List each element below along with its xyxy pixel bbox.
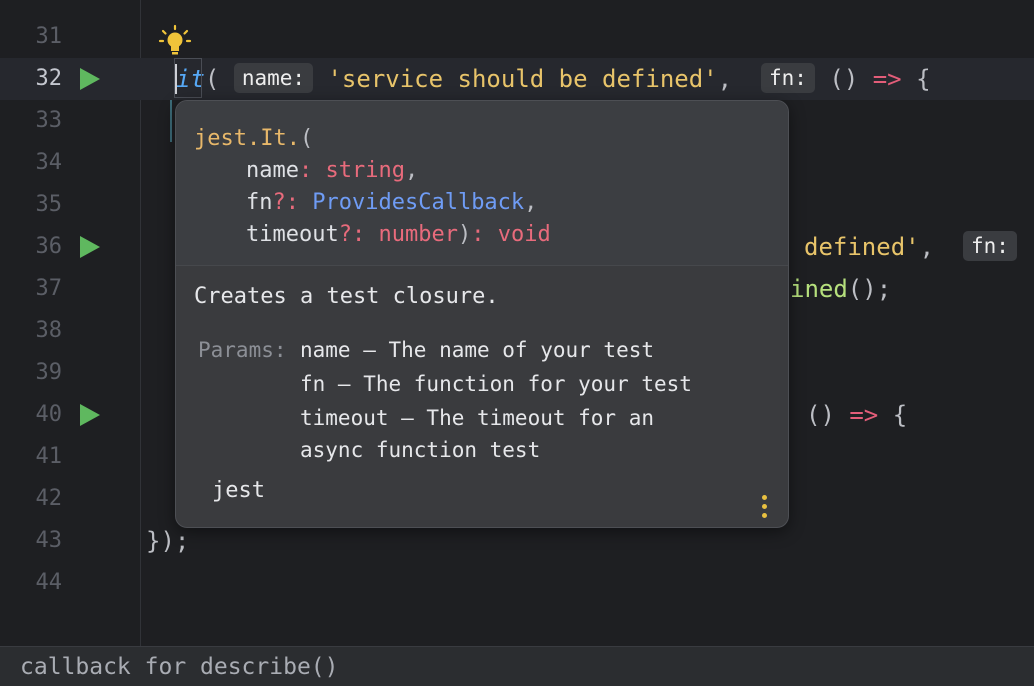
- param-name: name: [246, 158, 299, 183]
- signature-section: jest.It.( name: string, fn?: ProvidesCal…: [176, 101, 788, 266]
- code-line[interactable]: it( name: 'service should be defined', f…: [176, 58, 931, 100]
- indent-guide: [170, 100, 172, 142]
- params-label: Params:: [198, 338, 287, 362]
- line-number: 42: [35, 486, 63, 511]
- signature-param-line: name: string,: [246, 158, 419, 183]
- line-number: 37: [35, 276, 63, 301]
- param-name: timeout: [246, 222, 339, 247]
- line-number: 35: [35, 192, 63, 217]
- function-name: jest.It.: [194, 126, 300, 151]
- code-line[interactable]: defined', fn: (): [804, 226, 1034, 268]
- code-token: ,: [919, 233, 935, 261]
- matching-brace-box: [174, 58, 202, 98]
- line-number: 32: [35, 66, 63, 91]
- signature-token: (: [299, 126, 314, 151]
- code-token: {: [916, 65, 931, 93]
- code-token: (): [829, 65, 859, 93]
- editor-line-31: 31: [0, 16, 1034, 58]
- line-number: 36: [35, 234, 63, 259]
- code-editor[interactable]: 31 32 it( name: 'service should be defin…: [0, 0, 1034, 646]
- line-number: 40: [35, 402, 63, 427]
- status-text: callback for describe(): [20, 654, 339, 680]
- param-type[interactable]: ProvidesCallback: [312, 190, 524, 215]
- param-hint-fn: fn:: [962, 231, 1017, 261]
- signature-param-line: fn?: ProvidesCallback,: [246, 190, 538, 215]
- more-options-icon[interactable]: [762, 495, 768, 521]
- editor-line-32: 32 it( name: 'service should be defined'…: [0, 58, 1034, 100]
- quick-documentation-popup[interactable]: jest.It.( name: string, fn?: ProvidesCal…: [175, 100, 789, 528]
- line-number: 43: [35, 528, 63, 553]
- lightbulb-icon[interactable]: [158, 24, 192, 58]
- line-number: 41: [35, 444, 63, 469]
- param-hint-fn: fn:: [760, 63, 815, 93]
- method-name: ined: [790, 275, 848, 303]
- run-test-icon[interactable]: [80, 68, 100, 90]
- doc-description: Creates a test closure.: [194, 284, 499, 309]
- editor-line-44: 44: [0, 562, 1034, 604]
- string-literal: 'service should be defined': [327, 65, 718, 93]
- arrow-token: =>: [872, 65, 902, 93]
- string-literal: defined': [804, 233, 920, 261]
- run-test-icon[interactable]: [80, 236, 100, 258]
- code-token: {: [892, 401, 908, 429]
- param-doc: fn – The function for your test: [300, 372, 692, 396]
- line-number: 31: [35, 24, 63, 49]
- arrow-token: =>: [849, 401, 879, 429]
- line-number: 34: [35, 150, 63, 175]
- line-number: 38: [35, 318, 63, 343]
- code-token: ,: [717, 65, 733, 93]
- param-name: fn: [246, 190, 273, 215]
- text-caret: [175, 64, 177, 94]
- line-number: 39: [35, 360, 63, 385]
- code-token: (: [204, 65, 220, 93]
- param-type: number: [378, 222, 458, 247]
- signature-line: jest.It.(: [194, 123, 313, 155]
- param-doc: timeout – The timeout for an: [300, 406, 655, 430]
- param-hint-name: name:: [233, 63, 314, 93]
- line-number: 44: [35, 570, 63, 595]
- status-bar: callback for describe(): [0, 646, 1034, 686]
- code-token: ();: [847, 275, 892, 303]
- signature-param-line: timeout?: number): void: [246, 222, 551, 247]
- run-test-icon[interactable]: [80, 404, 100, 426]
- code-line[interactable]: ined();: [790, 268, 891, 310]
- return-type: void: [497, 222, 551, 247]
- param-doc: name – The name of your test: [300, 338, 655, 362]
- param-doc: async function test: [300, 438, 541, 462]
- line-number: 33: [35, 108, 63, 133]
- code-line[interactable]: () => {: [806, 394, 907, 436]
- param-type: string: [325, 158, 405, 183]
- module-name: jest: [212, 478, 265, 503]
- code-token: (): [806, 401, 835, 429]
